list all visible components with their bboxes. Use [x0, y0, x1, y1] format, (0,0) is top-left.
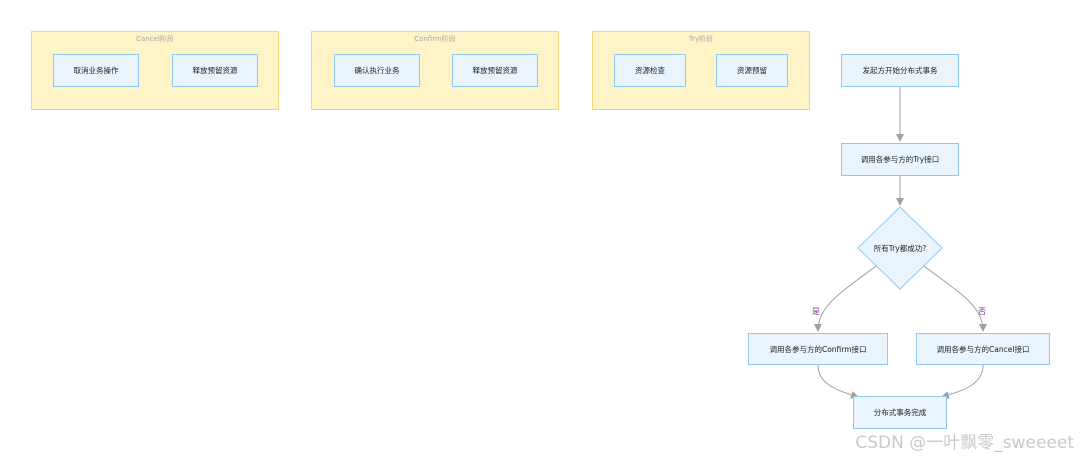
- csdn-watermark: CSDN @一叶飘零_sweeeet: [855, 433, 1074, 453]
- call-try-node: 调用各参与方的Try接口: [841, 143, 959, 176]
- try-step-resource-check: 资源检查: [614, 54, 686, 87]
- try-step-resource-reserve: 资源预留: [716, 54, 788, 87]
- yes-edge-label: 是: [812, 307, 820, 316]
- cancel-step-release-resources: 释放预留资源: [172, 54, 258, 87]
- confirm-step-execute-business: 确认执行业务: [334, 54, 420, 87]
- no-edge-label: 否: [978, 307, 986, 316]
- tcc-flow-diagram: Cancel阶段 取消业务操作 释放预留资源 Confirm阶段 确认执行业务 …: [0, 0, 1080, 459]
- call-cancel-node: 调用各参与方的Cancel接口: [916, 333, 1050, 365]
- edge-decision-to-cancel: [923, 265, 987, 332]
- cancel-phase-title: Cancel阶段: [136, 35, 174, 43]
- try-phase-title: Try阶段: [688, 35, 714, 43]
- edge-cancel-to-done: [941, 364, 984, 399]
- cancel-step-undo-business: 取消业务操作: [53, 54, 139, 87]
- edge-decision-to-confirm: [814, 265, 877, 332]
- decision-label: 所有Try都成功?: [873, 243, 927, 253]
- start-node: 发起方开始分布式事务: [841, 54, 959, 87]
- edge-confirm-to-done: [817, 364, 859, 399]
- confirm-phase-title: Confirm阶段: [414, 35, 456, 43]
- done-node: 分布式事务完成: [853, 396, 947, 429]
- confirm-step-release-resources: 释放预留资源: [452, 54, 538, 87]
- call-confirm-node: 调用各参与方的Confirm接口: [748, 333, 888, 365]
